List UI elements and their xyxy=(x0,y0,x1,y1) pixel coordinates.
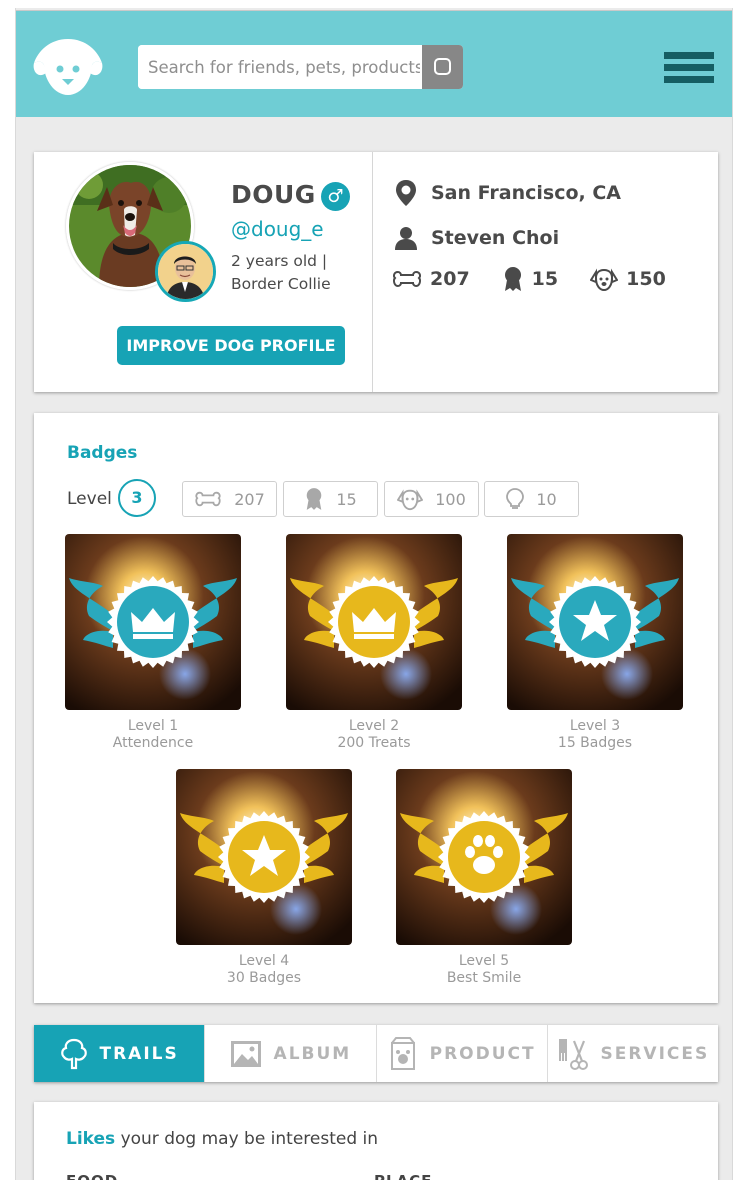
profile-card: DOUG ♂ @doug_e 2 years old | Border Coll… xyxy=(34,152,718,392)
improve-dog-profile-button[interactable]: IMPROVE DOG PROFILE xyxy=(117,326,345,365)
counter-badges: 15 xyxy=(283,481,378,517)
stat-friends: 150 xyxy=(590,266,666,292)
place-column-header: PLACE xyxy=(374,1172,432,1180)
badge-level: Level 3 xyxy=(569,718,621,734)
badge-name: Attendence xyxy=(112,735,194,751)
bone-icon xyxy=(195,491,221,507)
badge-name: Best Smile xyxy=(446,970,522,986)
search-icon xyxy=(434,58,451,75)
dog-face-icon xyxy=(590,268,619,292)
dog-age: 2 years old | xyxy=(231,252,328,270)
badge-level: Level 4 xyxy=(238,953,290,969)
location-text: San Francisco, CA xyxy=(431,182,622,204)
badge-level: Level 1 xyxy=(127,718,179,734)
badge-image xyxy=(286,534,462,710)
badge-item[interactable]: Level 4 30 Badges xyxy=(176,769,352,987)
badge-item[interactable]: Level 2 200 Treats xyxy=(286,534,462,752)
dog-handle[interactable]: @doug_e xyxy=(231,217,324,241)
dog-food-icon xyxy=(390,1036,415,1070)
dog-profile-section: DOUG ♂ @doug_e 2 years old | Border Coll… xyxy=(34,152,373,392)
top-bar xyxy=(16,10,732,117)
badge-image xyxy=(65,534,241,710)
food-column-header: FOOD xyxy=(66,1172,118,1180)
counter-treats: 207 xyxy=(182,481,277,517)
badge-name: 30 Badges xyxy=(226,970,302,986)
likes-card: Likes your dog may be interested in FOOD… xyxy=(34,1102,718,1180)
male-gender-icon: ♂ xyxy=(321,182,350,211)
stat-badges: 15 xyxy=(502,266,558,292)
bone-icon xyxy=(393,270,421,288)
badge-name: 200 Treats xyxy=(337,735,411,751)
tab-services[interactable]: SERVICES xyxy=(548,1025,718,1082)
location-pin-icon xyxy=(396,180,416,206)
level-badge: 3 xyxy=(118,479,156,517)
likes-heading: Likes your dog may be interested in xyxy=(66,1129,378,1149)
owner-name[interactable]: Steven Choi xyxy=(431,227,559,249)
person-icon xyxy=(395,227,417,250)
dog-face-icon xyxy=(397,489,424,511)
badge-item[interactable]: Level 1 Attendence xyxy=(65,534,241,752)
badge-image xyxy=(176,769,352,945)
tab-album[interactable]: ALBUM xyxy=(205,1025,377,1082)
tree-icon xyxy=(60,1038,87,1069)
profile-stats: 207 15 150 xyxy=(392,266,698,292)
ribbon-icon xyxy=(307,488,322,510)
hamburger-menu-icon[interactable] xyxy=(664,52,714,90)
tab-product[interactable]: PRODUCT xyxy=(377,1025,548,1082)
badge-item[interactable]: Level 5 Best Smile xyxy=(396,769,572,987)
app-frame: DOUG ♂ @doug_e 2 years old | Border Coll… xyxy=(15,8,733,1180)
ribbon-icon xyxy=(504,267,521,291)
owner-row: Steven Choi xyxy=(394,224,559,252)
owner-avatar[interactable] xyxy=(155,241,216,302)
stat-treats: 207 xyxy=(392,268,470,290)
counter-friends: 100 xyxy=(384,481,479,517)
badge-level: Level 5 xyxy=(458,953,510,969)
likes-title: Likes xyxy=(66,1129,116,1149)
search-input[interactable] xyxy=(138,45,420,89)
badge-level: Level 2 xyxy=(348,718,400,734)
search-button[interactable] xyxy=(422,45,463,89)
image-icon xyxy=(230,1040,261,1067)
badge-image xyxy=(507,534,683,710)
profile-tabs: TRAILS ALBUM PRODUCT SERVICES xyxy=(34,1025,718,1082)
dog-breed: Border Collie xyxy=(231,275,331,293)
badge-name: 15 Badges xyxy=(557,735,633,751)
lightbulb-icon xyxy=(506,488,525,509)
badge-item[interactable]: Level 3 15 Badges xyxy=(507,534,683,752)
location-row: San Francisco, CA xyxy=(394,179,621,207)
dog-name: DOUG xyxy=(231,180,316,209)
dog-details: 2 years old | Border Collie xyxy=(231,250,349,296)
badges-title: Badges xyxy=(67,443,138,463)
badge-image xyxy=(396,769,572,945)
counter-ideas: 10 xyxy=(484,481,579,517)
badges-card: Badges Level 3 207 15 100 10 Level 1 Att… xyxy=(34,413,718,1003)
search-bar xyxy=(138,45,463,89)
level-label: Level xyxy=(67,489,112,509)
dog-logo-icon[interactable] xyxy=(32,35,104,99)
likes-subtitle: your dog may be interested in xyxy=(115,1129,379,1149)
grooming-icon xyxy=(559,1038,589,1070)
tab-trails[interactable]: TRAILS xyxy=(34,1025,206,1082)
